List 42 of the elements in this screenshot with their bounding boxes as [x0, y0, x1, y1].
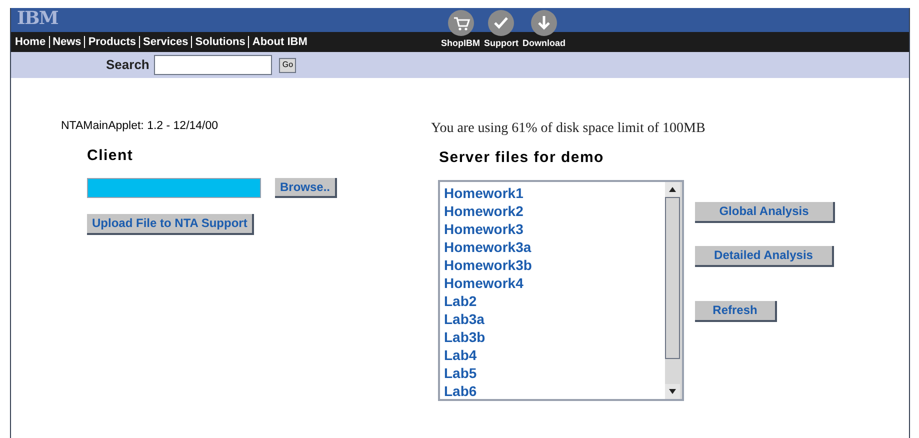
file-item[interactable]: Lab3b: [444, 328, 665, 346]
client-heading: Client: [87, 146, 134, 166]
file-item[interactable]: Homework3: [444, 220, 665, 238]
go-button[interactable]: Go: [279, 58, 296, 72]
nav-link[interactable]: News: [48, 36, 84, 48]
nav-link[interactable]: Home: [15, 36, 49, 48]
server-files-heading: Server files for demo: [439, 148, 605, 168]
toolbar-link[interactable]: ShopIBM: [441, 10, 480, 48]
file-item[interactable]: Lab6: [444, 382, 665, 400]
nav-link[interactable]: Services: [139, 36, 192, 48]
file-path-field[interactable]: [87, 178, 261, 198]
file-item[interactable]: Lab2: [444, 292, 665, 310]
logo: IBM: [17, 9, 58, 29]
upload-button[interactable]: Upload File to NTA Support: [87, 214, 254, 235]
file-item[interactable]: Homework1: [444, 184, 665, 202]
scroll-thumb[interactable]: [665, 196, 680, 358]
browse-button[interactable]: Browse..: [275, 178, 338, 198]
file-item[interactable]: Lab5: [444, 364, 665, 382]
scroll-down-icon[interactable]: [665, 384, 680, 398]
version-text: NTAMainApplet: 1.2 - 12/14/00: [61, 119, 220, 134]
analysis-button[interactable]: Detailed Analysis: [695, 246, 834, 266]
scroll-up-icon[interactable]: [665, 182, 680, 196]
nav-link[interactable]: Products: [84, 36, 139, 48]
check-icon: [488, 10, 514, 36]
toolbar-link[interactable]: Support: [484, 10, 518, 48]
file-item[interactable]: Homework3a: [444, 238, 665, 256]
search-field[interactable]: [154, 55, 272, 75]
cart-icon: [448, 10, 474, 36]
toolbar-link[interactable]: Download: [522, 10, 566, 48]
file-item[interactable]: Homework4: [444, 274, 665, 292]
file-item[interactable]: Homework3b: [444, 256, 665, 274]
scrollbar[interactable]: [665, 182, 682, 398]
search-label: Search: [106, 56, 150, 74]
file-list[interactable]: Homework1 Homework2 Homework3 Homework3a Homework3b Homework4 Lab2 Lab3a Lab3b Lab4 Lab5 Lab6: [438, 180, 684, 400]
nav-link[interactable]: About IBM: [248, 36, 310, 48]
analysis-button[interactable]: Global Analysis: [695, 202, 835, 222]
file-item[interactable]: Lab3a: [444, 310, 665, 328]
file-item[interactable]: Lab4: [444, 346, 665, 364]
disk-usage-text: You are using 61% of disk space limit of 100MB: [431, 120, 706, 138]
analysis-button[interactable]: Refresh: [695, 300, 777, 322]
nav-link[interactable]: Solutions: [191, 36, 248, 48]
file-item[interactable]: Homework2: [444, 202, 665, 220]
